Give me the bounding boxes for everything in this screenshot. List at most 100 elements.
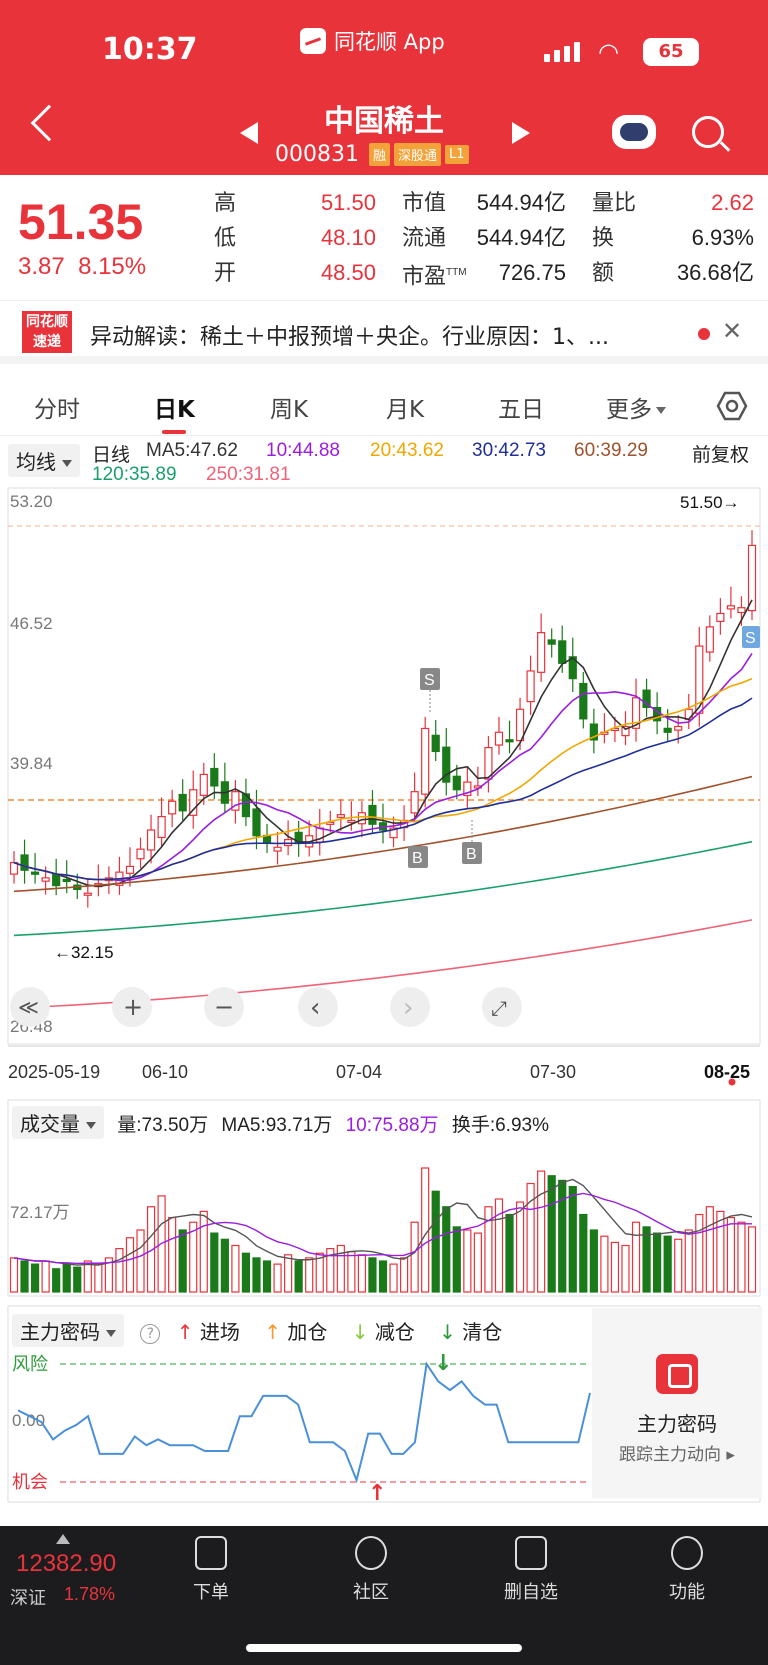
svg-text:⤢: ⤢ <box>491 996 507 1020</box>
volume-bar <box>442 1206 451 1293</box>
high-label: 高 <box>214 190 237 215</box>
news-banner[interactable]: 同花顺 速递 异动解读：稀土＋中报预增＋央企。行业原因：1、... ✕ <box>0 300 768 364</box>
volume-bar <box>52 1268 61 1293</box>
high-value: 51.50 <box>320 190 376 215</box>
close-icon[interactable]: ✕ <box>722 317 742 345</box>
tab-intraday[interactable]: 分时 <box>34 390 80 424</box>
volume-bar <box>73 1266 82 1293</box>
open-label: 开 <box>214 260 237 285</box>
candle-body <box>357 812 367 825</box>
candle-body <box>494 731 504 746</box>
index-value[interactable]: 12382.90 <box>16 1550 116 1578</box>
volume-bar <box>505 1213 514 1293</box>
low-label: 低 <box>214 225 237 250</box>
volume-ma-lines <box>13 1178 753 1266</box>
tab-weekly[interactable]: 周K <box>270 390 308 424</box>
signal-s-1: S <box>420 668 440 712</box>
volume-bar <box>389 1263 398 1293</box>
candle-body <box>273 846 282 852</box>
app-logo-icon <box>300 28 326 54</box>
signal-b-2: B <box>462 820 482 864</box>
volume-bar <box>610 1241 620 1293</box>
mcap-value: 544.94亿 <box>476 190 566 215</box>
volume-bar <box>62 1263 71 1293</box>
ma-line <box>13 652 753 882</box>
turn-label: 换 <box>592 225 615 250</box>
volume-ma10: 10:75.88万 <box>345 1115 439 1136</box>
volume-ma-line <box>13 1178 753 1266</box>
nav-functions[interactable]: 功能 <box>632 1536 742 1604</box>
volume-bar <box>41 1260 50 1293</box>
quote-panel: 51.35 3.87 8.15% 高 51.50 低 48.10 开 48.50 市值… <box>0 175 768 300</box>
search-icon[interactable] <box>692 116 724 148</box>
ma30-label: 30:42.73 <box>472 440 546 461</box>
volume-bar <box>94 1263 103 1293</box>
volume-bar <box>452 1226 461 1293</box>
ma-dropdown[interactable]: 均线 <box>8 444 80 477</box>
volume-bar <box>695 1213 704 1293</box>
volume-bar <box>726 1216 736 1293</box>
volume-bar <box>220 1238 229 1293</box>
volume-bar <box>347 1251 356 1293</box>
pe-label: 市盈TTM <box>402 263 467 289</box>
lock-icon <box>656 1354 698 1394</box>
price-change: 3.87 8.15% <box>18 253 146 281</box>
zhuli-dropdown[interactable]: 主力密码 <box>12 1314 124 1347</box>
candle-body <box>20 854 29 871</box>
open-value: 48.50 <box>320 260 376 285</box>
volume-bar <box>663 1235 672 1293</box>
volume-bar <box>463 1229 472 1293</box>
volume-bar <box>579 1213 588 1293</box>
tab-monthly[interactable]: 月K <box>386 390 424 424</box>
news-text[interactable]: 异动解读：稀土＋中报预增＋央企。行业原因：1、... <box>90 319 609 351</box>
candle-body <box>347 819 356 824</box>
signal-s-2: S <box>742 626 760 648</box>
nav-remove-watch[interactable]: 删自选 <box>476 1536 586 1604</box>
candle-body <box>663 727 672 733</box>
volume-bar <box>653 1232 662 1293</box>
chart-controls: ≪ + − ‹ › ⤢ <box>10 987 522 1027</box>
news-logo: 同花顺 速递 <box>22 311 72 353</box>
next-stock-button[interactable] <box>512 122 530 144</box>
volume-bar <box>621 1244 630 1293</box>
functions-icon <box>671 1536 703 1570</box>
volume-bar <box>399 1257 409 1293</box>
candle-body <box>168 800 177 815</box>
remove-watch-icon <box>515 1536 547 1570</box>
volume-bar <box>421 1167 430 1293</box>
today-dot <box>728 1078 736 1086</box>
volume-bar <box>305 1257 314 1293</box>
candle-body <box>431 734 440 753</box>
candle-body <box>526 670 535 703</box>
tab-more[interactable]: 更多 <box>606 390 666 424</box>
expand-up-icon[interactable] <box>56 1534 70 1544</box>
stock-code: 000831 <box>275 142 359 167</box>
tab-daily[interactable]: 日K <box>154 390 195 424</box>
volume-dropdown[interactable]: 成交量 <box>12 1106 104 1139</box>
settings-icon[interactable] <box>716 390 748 422</box>
unread-dot-icon <box>698 328 710 340</box>
svg-text:‹: ‹ <box>310 993 320 1023</box>
nav-community[interactable]: 社区 <box>316 1536 426 1604</box>
signal-icon <box>544 42 580 62</box>
candle-body <box>83 892 92 896</box>
adjust-toggle[interactable]: 前复权 <box>692 440 749 467</box>
tab-5day[interactable]: 五日 <box>498 390 544 424</box>
volume-bar <box>30 1263 40 1293</box>
x-label-3: 07-04 <box>336 1062 382 1082</box>
candle-body <box>199 773 208 796</box>
tag-level: L1 <box>445 145 469 164</box>
volume-bar <box>568 1185 577 1293</box>
last-price: 51.35 <box>18 194 144 250</box>
zhuli-promo-card[interactable]: 主力密码 跟踪主力动向 ▸ <box>592 1308 762 1498</box>
candle-body <box>62 878 71 883</box>
robot-assistant-icon[interactable] <box>612 115 656 149</box>
candle-body <box>547 639 556 645</box>
volume-bar <box>684 1229 693 1293</box>
app-return-pill[interactable]: 同花顺 App <box>300 26 445 56</box>
volume-bar <box>716 1210 725 1293</box>
help-icon[interactable]: ? <box>140 1323 161 1344</box>
nav-order[interactable]: 下单 <box>156 1536 266 1604</box>
svg-text:›: › <box>403 993 413 1023</box>
order-icon <box>195 1536 227 1570</box>
